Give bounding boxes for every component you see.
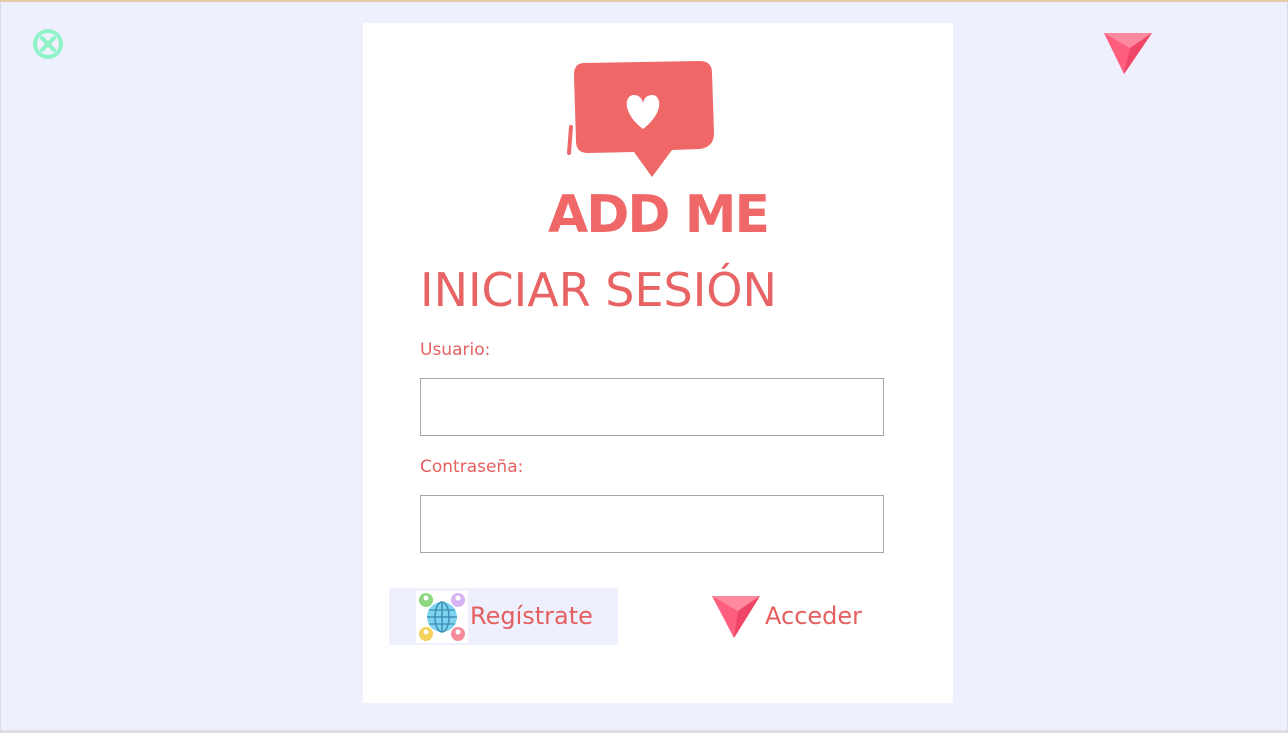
send-arrow-icon bbox=[1104, 33, 1152, 74]
close-button[interactable] bbox=[31, 27, 65, 61]
login-label: Acceder bbox=[765, 602, 863, 630]
register-label: Regístrate bbox=[470, 602, 593, 630]
register-button[interactable]: Regístrate bbox=[389, 588, 618, 645]
username-label: Usuario: bbox=[420, 340, 491, 360]
password-input[interactable] bbox=[420, 495, 884, 553]
window-left-border bbox=[0, 2, 1, 731]
login-button[interactable]: Acceder bbox=[708, 588, 878, 645]
page-title: INICIAR SESIÓN bbox=[420, 263, 777, 317]
username-input[interactable] bbox=[420, 378, 884, 436]
window-top-border bbox=[0, 0, 1288, 2]
password-label: Contraseña: bbox=[420, 457, 524, 477]
heart-speech-bubble-icon bbox=[567, 61, 714, 177]
globe-people-icon bbox=[416, 591, 468, 643]
app-logo-text: ADD ME bbox=[548, 185, 770, 245]
corner-send-button[interactable] bbox=[1100, 28, 1156, 78]
login-card: ADD ME INICIAR SESIÓN Usuario: Contraseñ… bbox=[363, 23, 953, 703]
close-circle-x-icon bbox=[33, 29, 63, 59]
send-arrow-icon bbox=[712, 596, 760, 638]
